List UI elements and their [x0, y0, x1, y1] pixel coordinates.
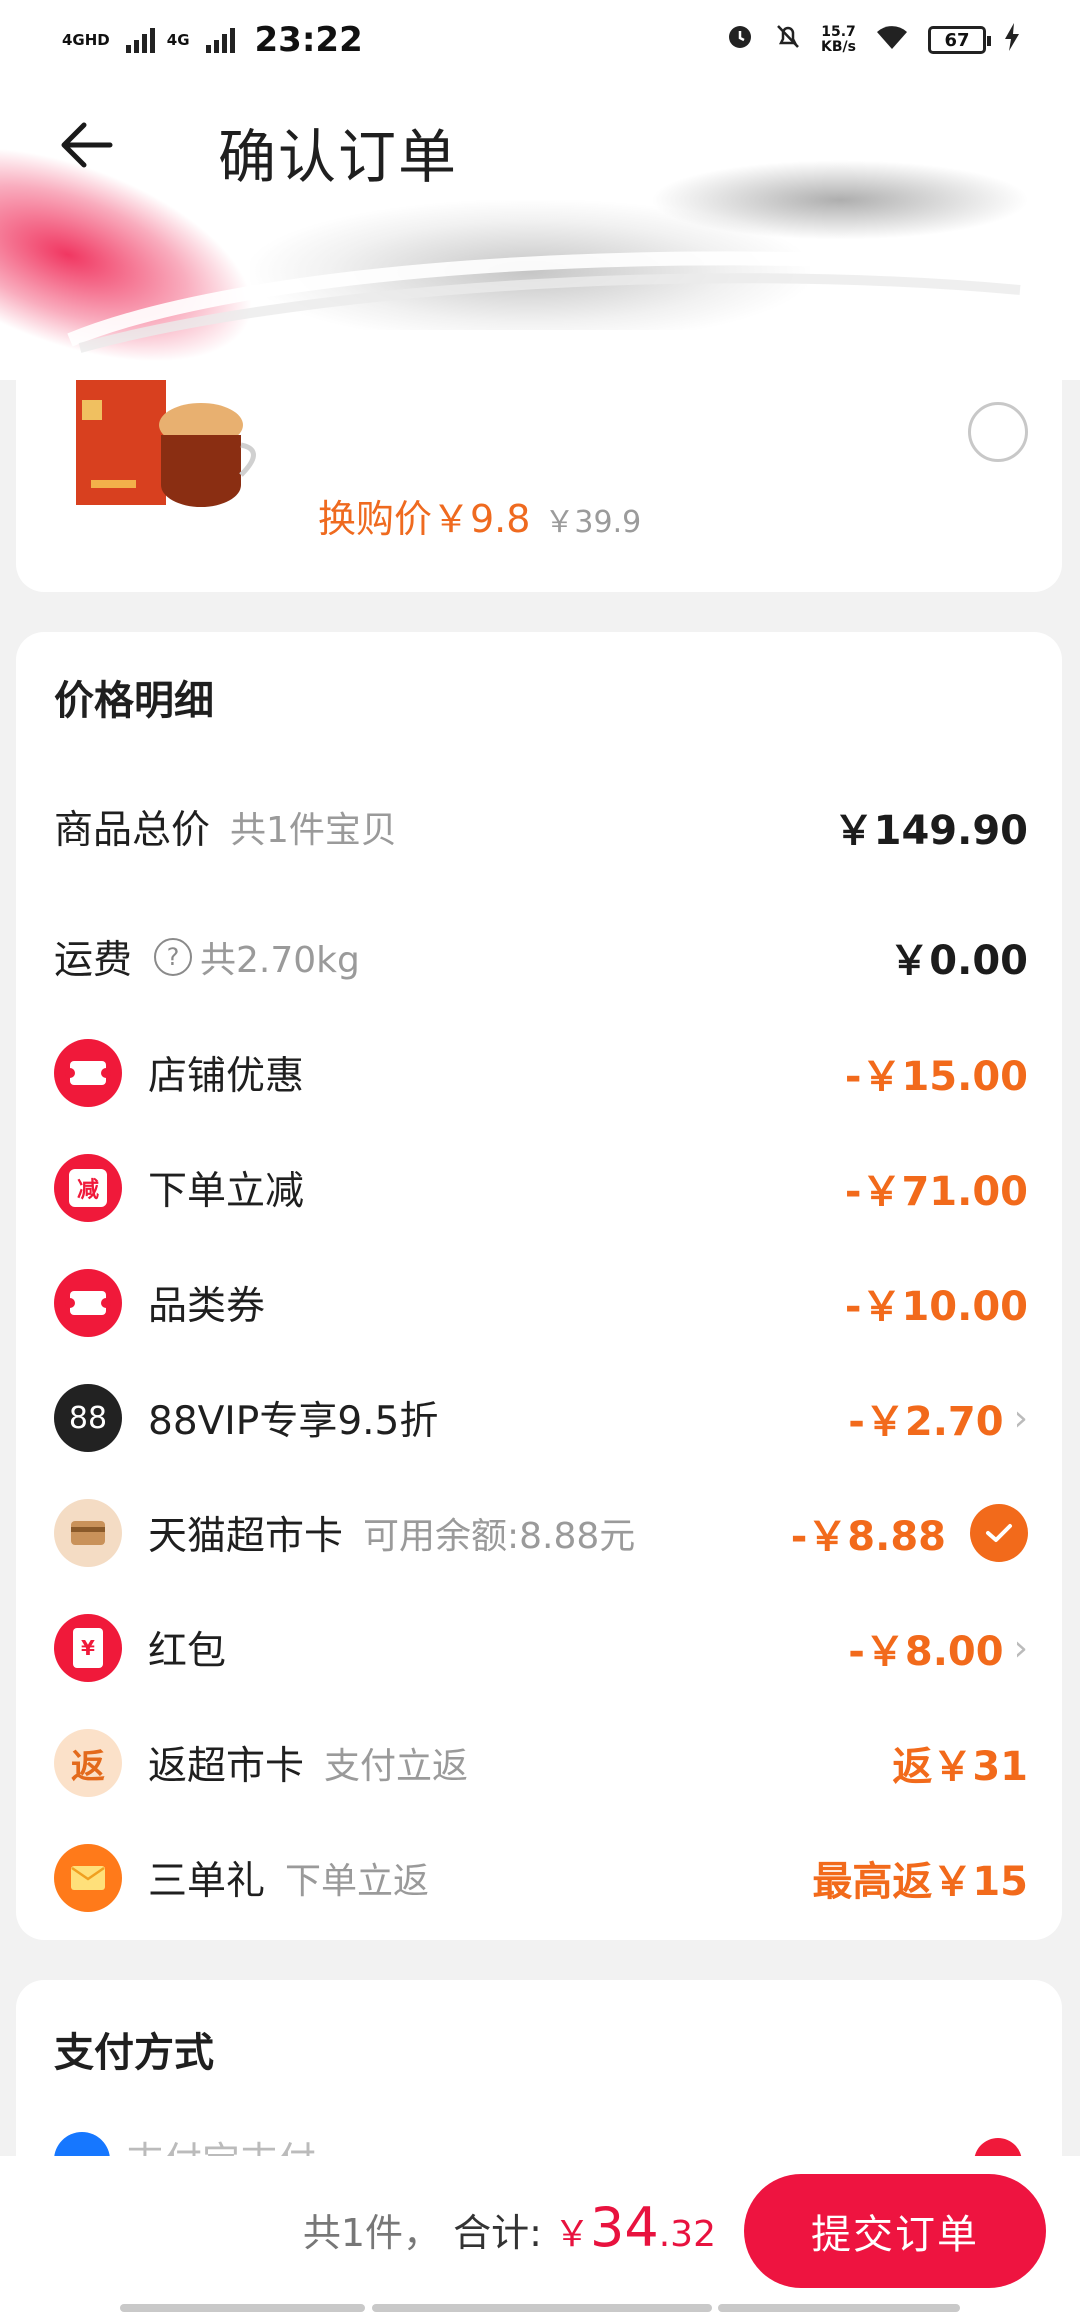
mute-icon	[773, 20, 803, 60]
discount-value: -￥10.00	[844, 1284, 1028, 1330]
exchange-price-value: 换购价￥9.8	[318, 497, 531, 541]
discount-row: 店铺优惠 -￥15.00	[54, 1033, 1028, 1113]
wifi-icon	[874, 20, 910, 60]
discount-label: 返超市卡	[148, 1744, 305, 1789]
discount-label: 红包	[148, 1629, 227, 1674]
currency-symbol: ￥	[554, 2214, 591, 2255]
items-total-value: ￥149.90	[833, 808, 1028, 854]
rebate-row: 返 返超市卡 支付立返 返￥31	[54, 1723, 1028, 1803]
speed-unit: KB/s	[821, 39, 856, 55]
page-header: 确认订单	[0, 80, 1080, 380]
product-image	[76, 380, 286, 510]
discount-value: -￥71.00	[844, 1169, 1028, 1215]
discount-value: -￥15.00	[844, 1054, 1028, 1100]
checkmark-icon[interactable]	[970, 1504, 1028, 1562]
supermarket-card-row[interactable]: 天猫超市卡 可用余额:8.88元 -￥8.88	[54, 1493, 1028, 1573]
gift-note: 下单立返	[285, 1861, 430, 1902]
scribble-overlay	[650, 160, 1030, 240]
reduce-icon: 减	[54, 1154, 122, 1222]
discount-value: -￥8.00	[848, 1629, 1004, 1675]
vip-discount-row[interactable]: 88 88VIP专享9.5折 -￥2.70 ›	[54, 1378, 1028, 1458]
discount-row: 减 下单立减 -￥71.00	[54, 1148, 1028, 1228]
order-summary: 共1件， 合计: ￥34.32	[303, 2196, 716, 2259]
nav-indicator	[120, 2304, 365, 2312]
chevron-right-icon: ›	[1013, 1397, 1028, 1439]
ticket-icon	[54, 1039, 122, 1107]
discount-value: -￥2.70	[848, 1399, 1004, 1445]
nav-indicator	[718, 2304, 960, 2312]
original-price: ￥39.9	[544, 505, 642, 540]
scribble-overlay	[67, 251, 1031, 353]
clock: 23:22	[254, 20, 363, 60]
total-amount-int: 34	[590, 2196, 659, 2259]
submit-order-button[interactable]: 提交订单	[744, 2174, 1046, 2288]
card-balance: 可用余额:8.88元	[363, 1516, 636, 1557]
discount-value: 返￥31	[892, 1744, 1028, 1790]
nav-indicator	[372, 2304, 712, 2312]
shipping-label: 运费	[54, 938, 133, 983]
items-total-label: 商品总价	[54, 808, 211, 853]
shipping-weight: 共2.70kg	[200, 940, 360, 981]
help-icon[interactable]: ?	[154, 938, 193, 976]
price-detail-card: 价格明细 商品总价 共1件宝贝 ￥149.90 运费 ? 共2.70kg ￥0.…	[16, 632, 1062, 1940]
discount-value: 最高返￥15	[812, 1859, 1028, 1905]
discount-label: 品类券	[148, 1284, 266, 1329]
alarm-icon	[725, 20, 755, 60]
discount-value: -￥8.88	[790, 1514, 946, 1560]
select-radio-button[interactable]	[968, 402, 1028, 462]
discount-label: 天猫超市卡	[148, 1514, 344, 1559]
items-total-row: 商品总价 共1件宝贝 ￥149.90	[54, 787, 1028, 867]
shipping-row: 运费 ? 共2.70kg ￥0.00	[54, 917, 1028, 997]
charging-icon	[1004, 20, 1020, 60]
items-count: 共1件宝贝	[230, 810, 397, 851]
battery-icon: 67	[928, 26, 991, 54]
bottom-bar: 共1件， 合计: ￥34.32 提交订单	[0, 2156, 1080, 2316]
ticket-icon	[54, 1269, 122, 1337]
rebate-icon: 返	[54, 1729, 122, 1797]
status-bar: 4GHD 4G 23:22 15.7 KB/s 67	[0, 0, 1080, 80]
page-title: 确认订单	[218, 123, 459, 191]
reduce-icon-text: 减	[69, 1169, 107, 1207]
total-amount-dec: .32	[658, 2214, 716, 2255]
exchange-price: 换购价￥9.8 ￥39.9	[318, 488, 641, 543]
red-packet-row[interactable]: ¥ 红包 -￥8.00 ›	[54, 1608, 1028, 1688]
red-packet-icon: ¥	[54, 1614, 122, 1682]
section-title: 价格明细	[54, 678, 214, 724]
red-packet-icon-text: ¥	[73, 1628, 103, 1668]
battery-level: 67	[944, 29, 970, 51]
total-label: 合计:	[453, 2211, 542, 2255]
shipping-value: ￥0.00	[889, 938, 1028, 984]
envelope-icon	[54, 1844, 122, 1912]
discount-label: 店铺优惠	[148, 1054, 305, 1099]
signal-icon	[125, 27, 155, 53]
discount-label: 88VIP专享9.5折	[148, 1399, 439, 1444]
section-title: 支付方式	[54, 2030, 214, 2076]
item-count: 共1件，	[302, 2211, 441, 2255]
vip-88-icon: 88	[54, 1384, 122, 1452]
three-order-gift-row: 三单礼 下单立返 最高返￥15	[54, 1838, 1028, 1918]
network-speed: 15.7 KB/s	[821, 25, 856, 55]
network-label-1: 4GHD	[62, 30, 110, 49]
discount-label: 下单立减	[148, 1169, 305, 1214]
card-icon	[54, 1499, 122, 1567]
rebate-note: 支付立返	[324, 1746, 469, 1787]
signal-icon	[205, 27, 235, 53]
chevron-right-icon: ›	[1013, 1627, 1028, 1669]
product-card[interactable]: 换购价￥9.8 ￥39.9	[16, 380, 1062, 592]
network-label-2: 4G	[166, 30, 190, 49]
discount-row: 品类券 -￥10.00	[54, 1263, 1028, 1343]
discount-label: 三单礼	[148, 1859, 266, 1904]
speed-value: 15.7	[821, 24, 856, 40]
